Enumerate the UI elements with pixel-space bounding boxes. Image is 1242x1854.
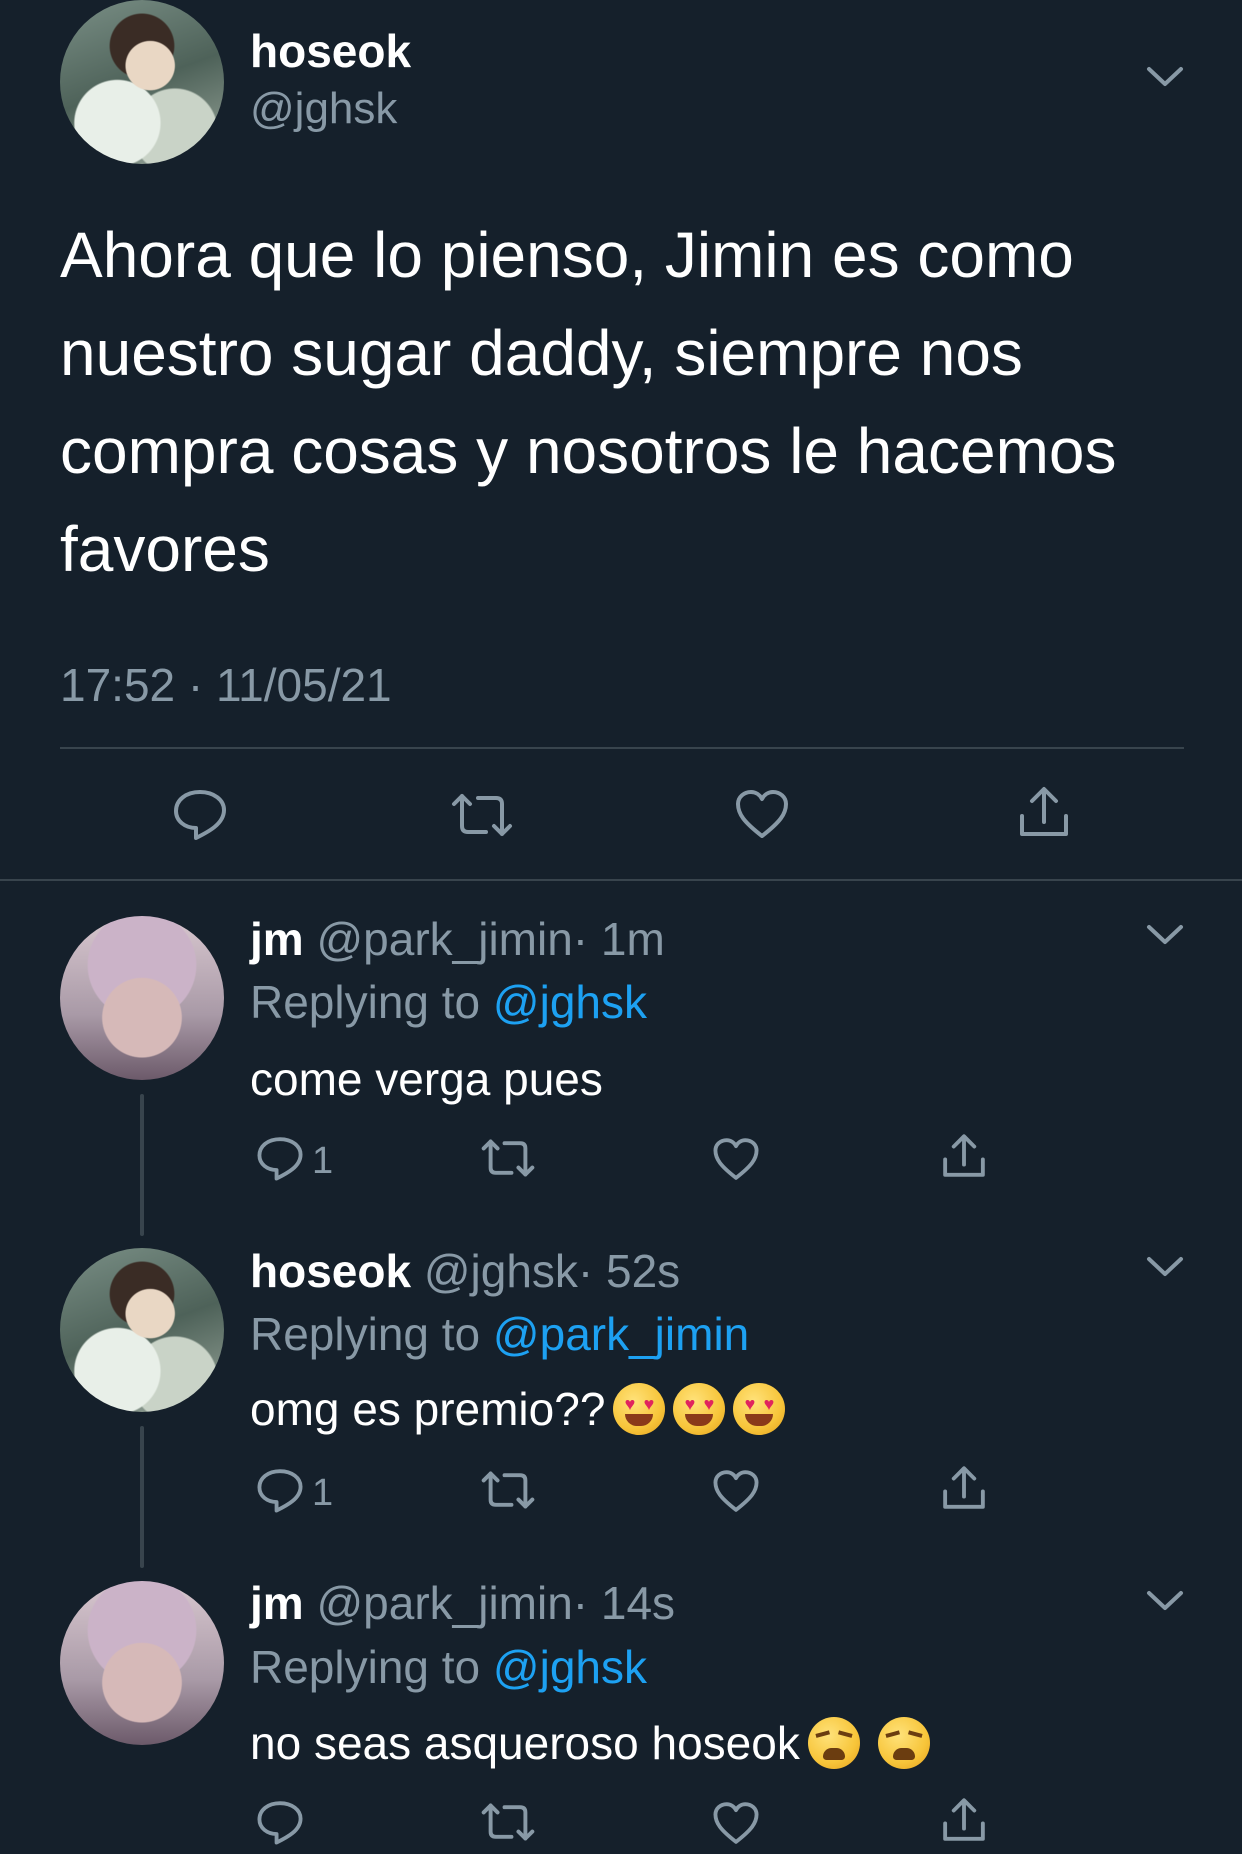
share-icon[interactable] [940, 1796, 988, 1844]
reply-text: omg es premio?? [250, 1383, 606, 1435]
reply-icon[interactable] [256, 1466, 304, 1514]
reply-icon[interactable] [256, 1798, 304, 1846]
reply-time: · 1m [572, 913, 665, 965]
chevron-down-icon[interactable] [1146, 924, 1184, 946]
author-name[interactable]: jm [250, 1577, 304, 1629]
divider [60, 747, 1184, 749]
thread-line [140, 1094, 144, 1236]
tweet-text: Ahora que lo pienso, Jimin es como nuest… [60, 219, 1117, 585]
like-icon[interactable] [712, 1136, 760, 1182]
replying-to-link[interactable]: @jghsk [493, 1641, 647, 1693]
retweet-icon[interactable] [480, 1138, 536, 1178]
avatar[interactable] [60, 0, 224, 164]
share-icon[interactable] [940, 1464, 988, 1512]
heart-eyes-emoji: ♥ ♥ [613, 1383, 666, 1435]
reply-text: no seas asqueroso hoseok [250, 1717, 800, 1769]
avatar[interactable] [60, 916, 224, 1080]
replying-to-link[interactable]: @park_jimin [493, 1308, 749, 1360]
reply-count: 1 [312, 1472, 334, 1514]
reply-text-row: omg es premio?? ♥ ♥ ♥ ♥ ♥ ♥ [250, 1382, 786, 1436]
replying-to-label: Replying to [250, 1308, 481, 1360]
retweet-icon[interactable] [480, 1802, 536, 1842]
tired-face-emoji [877, 1717, 930, 1769]
heart-eyes-emoji: ♥ ♥ [673, 1383, 726, 1435]
replying-to-link[interactable]: @jghsk [493, 976, 647, 1028]
author-handle[interactable]: @park_jimin [316, 913, 572, 965]
avatar[interactable] [60, 1581, 224, 1745]
reply-text: come verga pues [250, 1053, 603, 1105]
like-icon[interactable] [712, 1800, 760, 1846]
chevron-down-icon[interactable] [1146, 1256, 1184, 1278]
like-icon[interactable] [734, 788, 790, 840]
replying-to: Replying to @park_jimin [250, 1307, 749, 1361]
share-icon[interactable] [940, 1132, 988, 1180]
reply-icon[interactable] [172, 786, 228, 842]
chevron-down-icon[interactable] [1146, 1590, 1184, 1612]
author-handle[interactable]: @jghsk [424, 1245, 578, 1297]
like-icon[interactable] [712, 1468, 760, 1514]
reply-icon[interactable] [256, 1134, 304, 1182]
share-icon[interactable] [1016, 784, 1072, 840]
author-handle[interactable]: @park_jimin [316, 1577, 572, 1629]
retweet-icon[interactable] [480, 1470, 536, 1510]
replying-to-label: Replying to [250, 976, 481, 1028]
author-name[interactable]: hoseok [250, 1245, 411, 1297]
reply-count: 1 [312, 1140, 334, 1182]
avatar[interactable] [60, 1248, 224, 1412]
heart-eyes-emoji: ♥ ♥ [733, 1383, 786, 1435]
reply-header: jm @park_jimin· 14s [250, 1576, 675, 1630]
author-name[interactable]: hoseok [250, 24, 411, 78]
reply-header: hoseok @jghsk· 52s [250, 1244, 680, 1298]
replying-to: Replying to @jghsk [250, 975, 647, 1029]
section-divider [0, 879, 1242, 881]
reply-time: · 52s [577, 1245, 681, 1297]
replying-to-label: Replying to [250, 1641, 481, 1693]
reply-time: · 14s [572, 1577, 676, 1629]
retweet-icon[interactable] [450, 792, 514, 838]
replying-to: Replying to @jghsk [250, 1640, 647, 1694]
tweet-timestamp[interactable]: 17:52 · 11/05/21 [60, 658, 392, 712]
tired-face-emoji [807, 1717, 860, 1769]
author-name[interactable]: jm [250, 913, 304, 965]
thread-line [140, 1426, 144, 1568]
chevron-down-icon[interactable] [1146, 66, 1184, 88]
reply-text-row: no seas asqueroso hoseok [250, 1716, 930, 1770]
author-handle[interactable]: @jghsk [250, 84, 397, 134]
reply-header: jm @park_jimin· 1m [250, 912, 665, 966]
